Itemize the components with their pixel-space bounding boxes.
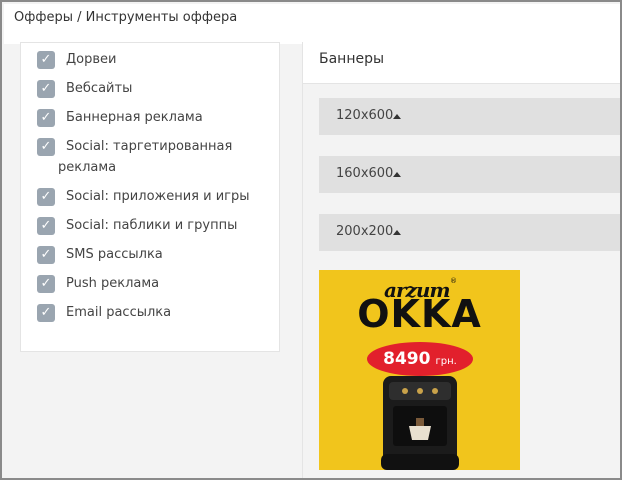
checkbox-checked-icon[interactable]: ✓	[37, 51, 55, 69]
banner-size-label: 200x200	[336, 224, 394, 239]
traffic-source-label: SMS рассылка	[66, 247, 163, 262]
traffic-source-item[interactable]: ✓ Email рассылка	[37, 302, 277, 323]
breadcrumb: Офферы / Инструменты оффера	[14, 10, 238, 25]
coffee-machine-image	[381, 376, 459, 470]
checkbox-checked-icon[interactable]: ✓	[37, 275, 55, 293]
price-currency: грн.	[435, 356, 457, 367]
traffic-source-label: Дорвеи	[66, 52, 117, 67]
traffic-source-item[interactable]: ✓ Push реклама	[37, 273, 277, 294]
banner-image-200x200[interactable]: arzum ® OKKA 8490 грн.	[319, 270, 520, 470]
traffic-source-item[interactable]: ✓ Social: паблики и группы	[37, 215, 277, 236]
price-value: 8490	[383, 349, 431, 369]
checkbox-checked-icon[interactable]: ✓	[37, 246, 55, 264]
caret-up-icon	[393, 114, 401, 119]
traffic-source-label: Social: паблики и группы	[66, 218, 238, 233]
traffic-sources-panel: ✓ Дорвеи ✓ Вебсайты ✓ Баннерная реклама …	[20, 42, 280, 352]
registered-mark: ®	[450, 277, 457, 285]
traffic-source-label: Social: приложения и игры	[66, 189, 250, 204]
traffic-source-item[interactable]: ✓ Вебсайты	[37, 78, 277, 99]
checkbox-checked-icon[interactable]: ✓	[37, 304, 55, 322]
banner-size-toggle[interactable]: 160x600	[319, 156, 620, 193]
banners-header: Баннеры	[303, 42, 620, 84]
checkbox-checked-icon[interactable]: ✓	[37, 188, 55, 206]
caret-up-icon	[393, 172, 401, 177]
banners-panel: Баннеры 120x600 160x600 200x200 arzum ® …	[302, 42, 620, 478]
banner-size-toggle[interactable]: 120x600	[319, 98, 620, 135]
traffic-source-label: Social: таргетированная реклама	[37, 136, 277, 178]
traffic-source-label-line1: Social: таргетированная	[66, 139, 233, 154]
traffic-source-label: Email рассылка	[66, 305, 172, 320]
checkbox-checked-icon[interactable]: ✓	[37, 217, 55, 235]
banner-size-label: 120x600	[336, 108, 394, 123]
checkbox-checked-icon[interactable]: ✓	[37, 80, 55, 98]
banners-title: Баннеры	[319, 51, 385, 67]
traffic-source-item[interactable]: ✓ SMS рассылка	[37, 244, 277, 265]
banner-size-label: 160x600	[336, 166, 394, 181]
banner-size-toggle[interactable]: 200x200	[319, 214, 620, 251]
traffic-source-label: Push реклама	[66, 276, 160, 291]
product-name: OKKA	[357, 292, 482, 336]
traffic-source-item[interactable]: ✓ Social: таргетированная реклама	[37, 136, 277, 178]
traffic-source-item[interactable]: ✓ Баннерная реклама	[37, 107, 277, 128]
traffic-source-item[interactable]: ✓ Social: приложения и игры	[37, 186, 277, 207]
checkbox-checked-icon[interactable]: ✓	[37, 138, 55, 156]
traffic-source-label: Баннерная реклама	[66, 110, 203, 125]
app-frame: Офферы / Инструменты оффера ✓ Дорвеи ✓ В…	[0, 0, 622, 480]
caret-up-icon	[393, 230, 401, 235]
top-bar: Офферы / Инструменты оффера	[4, 4, 620, 44]
traffic-source-item[interactable]: ✓ Дорвеи	[37, 49, 277, 70]
traffic-source-label: Вебсайты	[66, 81, 133, 96]
traffic-source-label-line2: реклама	[58, 160, 117, 175]
checkbox-checked-icon[interactable]: ✓	[37, 109, 55, 127]
